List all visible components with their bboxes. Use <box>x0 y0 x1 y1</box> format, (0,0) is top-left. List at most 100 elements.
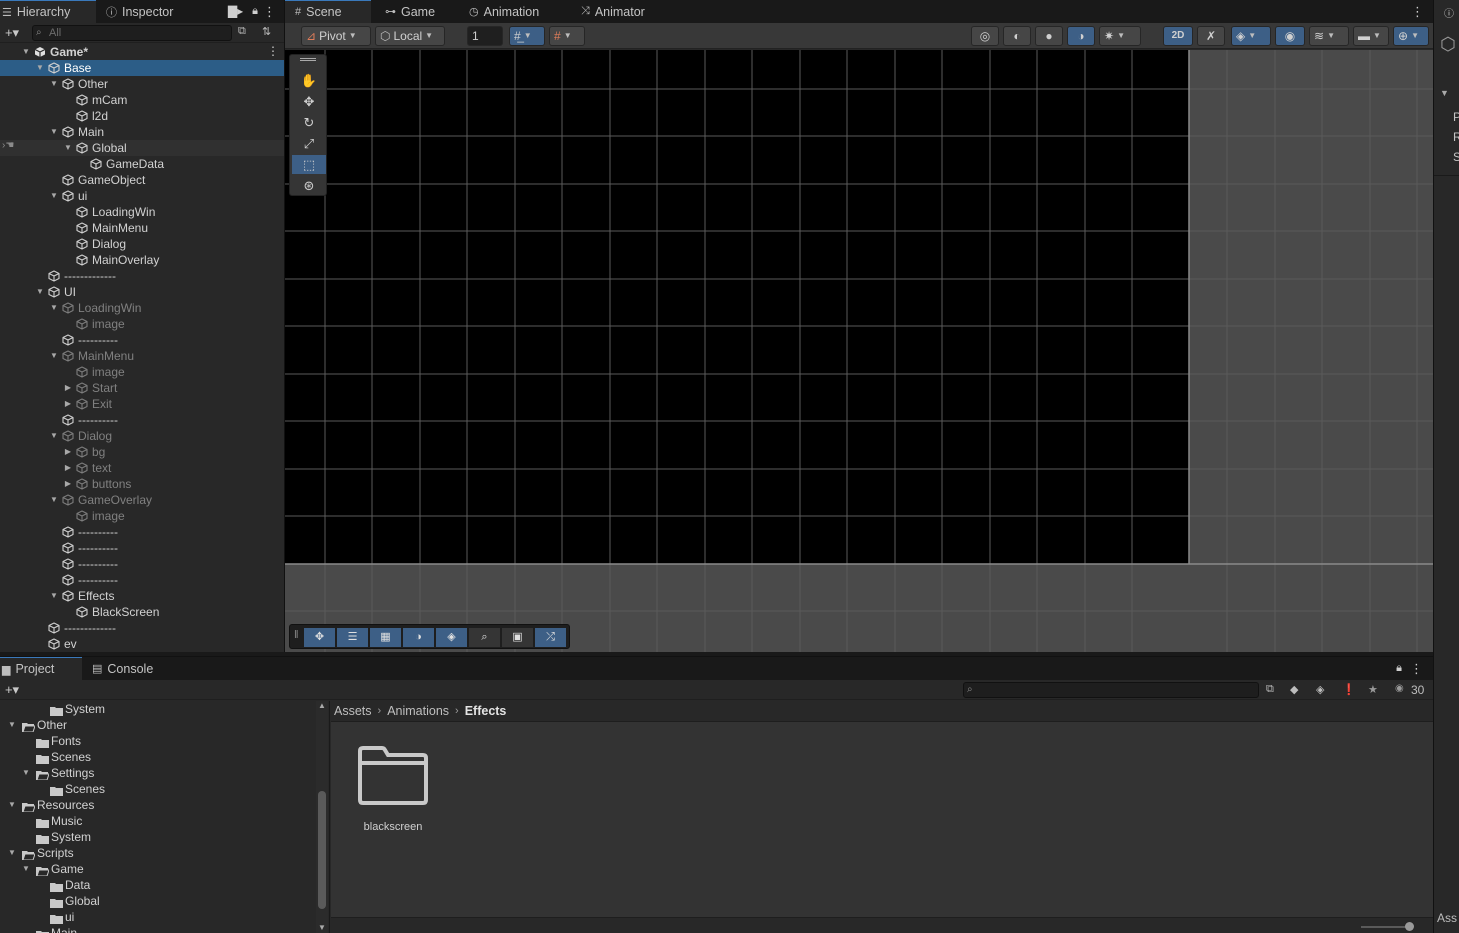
transform-tool-button[interactable]: ⊛ <box>292 176 326 195</box>
breadcrumb-effects[interactable]: Effects <box>465 704 507 718</box>
hierarchy-item[interactable]: BlackScreen <box>0 604 284 620</box>
expand-arrow-icon[interactable]: ▼ <box>34 60 46 76</box>
expand-arrow-icon[interactable]: ▼ <box>48 76 60 92</box>
hierarchy-item[interactable]: ▼ Global <box>0 140 284 156</box>
collapse-arrow-icon[interactable]: ▶ <box>62 476 74 492</box>
folder-tree-item[interactable]: ▼ Settings <box>0 765 329 781</box>
debug-draw-dropdown[interactable]: ✷ ▼ <box>1099 26 1141 46</box>
collapse-arrow-icon[interactable]: ▼ <box>1440 88 1449 98</box>
project-search-input[interactable]: ⌕ <box>963 682 1259 698</box>
effects-dropdown[interactable]: ◈ ▼ <box>1231 26 1271 46</box>
hierarchy-item[interactable]: ▼ Dialog <box>0 428 284 444</box>
expand-arrow-icon[interactable]: ▼ <box>48 124 60 140</box>
expand-arrow-icon[interactable]: ▼ <box>48 348 60 364</box>
tab-console[interactable]: ▤ Console <box>82 657 163 680</box>
alert-icon[interactable]: ❗ <box>1342 683 1356 696</box>
folder-tree-item[interactable]: ui <box>0 909 329 925</box>
folder-tree-item[interactable]: Main <box>0 925 329 933</box>
lock-icon[interactable]: 🔒︎ <box>247 0 263 23</box>
hierarchy-item[interactable]: ------------- <box>0 268 284 284</box>
create-dropdown-button[interactable]: +▾ <box>0 682 24 698</box>
expand-arrow-icon[interactable]: ▼ <box>48 492 60 508</box>
hierarchy-item[interactable]: ▼ Effects <box>0 588 284 604</box>
hierarchy-item[interactable]: ---------- <box>0 332 284 348</box>
hierarchy-item[interactable]: ---------- <box>0 524 284 540</box>
hierarchy-item[interactable]: ▼ MainMenu <box>0 348 284 364</box>
hierarchy-item[interactable]: ▼ LoadingWin <box>0 300 284 316</box>
asset-item[interactable]: blackscreen <box>351 745 435 833</box>
row-options-icon[interactable]: ⋮ <box>267 44 279 58</box>
search-overlay-button[interactable]: ⌕ <box>469 628 500 647</box>
tab-animator[interactable]: ⤨ Animator <box>571 0 655 23</box>
search-by-label-icon[interactable]: ◈ <box>1316 683 1324 696</box>
scale-tool-button[interactable]: ⤢ <box>292 134 326 153</box>
sphere-overlay-button[interactable]: ◑ <box>403 628 434 647</box>
folder-tree-item[interactable]: Global <box>0 893 329 909</box>
hierarchy-item[interactable]: ▼ UI <box>0 284 284 300</box>
pivot-dropdown[interactable]: ⊿ Pivot ▼ <box>301 26 371 46</box>
hierarchy-item[interactable]: ---------- <box>0 412 284 428</box>
folder-tree-item[interactable]: ▼ Resources <box>0 797 329 813</box>
2d-mode-button[interactable]: 2D <box>1163 26 1193 46</box>
hierarchy-item[interactable]: image <box>0 316 284 332</box>
snap-settings-dropdown[interactable]: # ▼ <box>549 26 585 46</box>
folder-tree-item[interactable]: Scenes <box>0 781 329 797</box>
hierarchy-item[interactable]: MainMenu <box>0 220 284 236</box>
folder-tree-item[interactable]: ▼ Other <box>0 717 329 733</box>
collapse-arrow-icon[interactable]: ▶ <box>62 396 74 412</box>
breadcrumb-assets[interactable]: Assets <box>334 704 372 718</box>
gizmos-dropdown[interactable]: ⊕ ▼ <box>1393 26 1429 46</box>
expand-arrow-icon[interactable]: ▼ <box>6 717 18 733</box>
collapse-arrow-icon[interactable]: ▶ <box>62 444 74 460</box>
collapse-arrow-icon[interactable]: ▶ <box>62 380 74 396</box>
hierarchy-search-input[interactable]: ⌕ All <box>32 24 232 41</box>
hierarchy-item[interactable]: ▶ Exit <box>0 396 284 412</box>
wireframe-shading-button[interactable]: ◎ <box>971 26 999 46</box>
search-by-type-icon[interactable]: ◆ <box>1290 683 1298 696</box>
more-options-icon[interactable]: ⋮ <box>1410 657 1433 680</box>
hierarchy-item[interactable]: mCam <box>0 92 284 108</box>
tab-inspector[interactable]: ⓘ Inspector <box>96 0 183 23</box>
expand-arrow-icon[interactable]: ▼ <box>6 845 18 861</box>
hierarchy-item[interactable]: ▶ buttons <box>0 476 284 492</box>
more-options-icon[interactable]: ⋮ <box>1411 0 1434 23</box>
hierarchy-item[interactable]: ev <box>0 636 284 652</box>
scroll-up-icon[interactable]: ▲ <box>318 701 326 710</box>
filter-icon[interactable]: ⇅ <box>262 25 271 38</box>
grid-visibility-dropdown[interactable]: #̲ ▼ <box>509 26 545 46</box>
visibility-toggle-icon[interactable]: ›☚ <box>2 140 14 151</box>
folder-tree-item[interactable]: System <box>0 829 329 845</box>
breadcrumb-animations[interactable]: Animations <box>387 704 449 718</box>
folder-tree-item[interactable]: Music <box>0 813 329 829</box>
expand-arrow-icon[interactable]: ▼ <box>20 861 32 877</box>
hidden-packages-icon[interactable]: ◉ <box>1395 683 1404 694</box>
scene-visibility-button[interactable]: ◉ <box>1275 26 1305 46</box>
more-options-icon[interactable]: ⋮ <box>263 0 284 23</box>
expand-arrow-icon[interactable]: ▼ <box>34 284 46 300</box>
hierarchy-item[interactable]: LoadingWin <box>0 204 284 220</box>
folder-menu-icon[interactable]: ▇▸ <box>228 0 247 23</box>
align-overlay-button[interactable]: ☰ <box>337 628 368 647</box>
hierarchy-item[interactable]: ------------- <box>0 620 284 636</box>
shuffle-overlay-button[interactable]: ⤮ <box>535 628 566 647</box>
tab-project[interactable]: ▆ Project <box>0 657 82 680</box>
search-options-icon[interactable]: ⧉ <box>1266 683 1274 696</box>
icon-size-slider-handle[interactable] <box>1405 922 1414 931</box>
move-overlay-button[interactable]: ✥ <box>304 628 335 647</box>
folder-tree-scrollbar[interactable]: ▲ ▼ <box>316 701 328 933</box>
hierarchy-item[interactable]: ---------- <box>0 556 284 572</box>
tab-scene[interactable]: # Scene <box>285 0 371 23</box>
view-overlay-button[interactable]: ▣ <box>502 628 533 647</box>
hierarchy-item[interactable]: ▼ ui <box>0 188 284 204</box>
hierarchy-item[interactable]: ▼ GameOverlay <box>0 492 284 508</box>
expand-arrow-icon[interactable]: ▼ <box>20 765 32 781</box>
hierarchy-item[interactable]: MainOverlay <box>0 252 284 268</box>
rect-tool-button[interactable]: ⬚ <box>292 155 326 174</box>
hand-tool-button[interactable]: ✋ <box>292 71 326 90</box>
rotate-tool-button[interactable]: ↻ <box>292 113 326 132</box>
folder-tree-item[interactable]: Scenes <box>0 749 329 765</box>
scroll-down-icon[interactable]: ▼ <box>318 923 326 932</box>
folder-tree-item[interactable]: System <box>0 701 329 717</box>
lock-icon[interactable]: 🔒︎ <box>1396 657 1410 680</box>
hierarchy-item[interactable]: image <box>0 364 284 380</box>
